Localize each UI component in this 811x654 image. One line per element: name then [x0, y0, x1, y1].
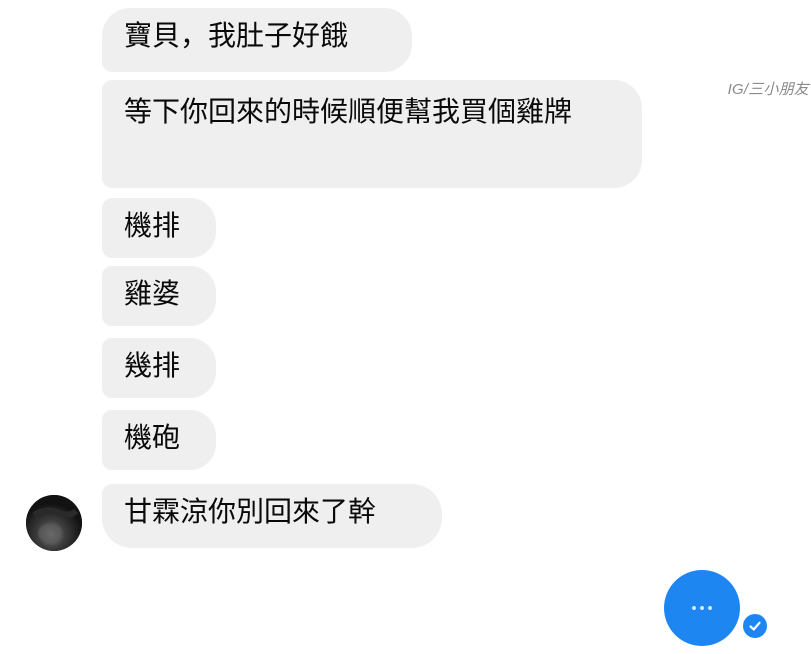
message-bubble[interactable]: 寶貝，我肚子好餓: [102, 8, 412, 72]
message-text: 雞婆: [124, 277, 181, 310]
typing-indicator-icon: [664, 570, 740, 646]
sender-avatar[interactable]: [26, 495, 82, 551]
message-bubble[interactable]: 雞婆: [102, 266, 216, 326]
message-text: 幾排: [124, 349, 181, 382]
message-text: 等下你回來的時候順便幫我買個雞牌: [124, 95, 573, 128]
message-bubble[interactable]: 甘霖涼你別回來了幹: [102, 484, 442, 548]
message-text: 寶貝，我肚子好餓: [124, 19, 349, 52]
avatar-image: [26, 495, 82, 551]
message-text: 機砲: [124, 421, 181, 454]
message-bubble[interactable]: 機砲: [102, 410, 216, 470]
message-text: 機排: [124, 209, 181, 242]
watermark: IG/三小朋友: [727, 81, 809, 98]
message-bubble[interactable]: 等下你回來的時候順便幫我買個雞牌: [102, 80, 642, 188]
message-text: 甘霖涼你別回來了幹: [124, 495, 377, 528]
message-bubble[interactable]: 機排: [102, 198, 216, 258]
seen-check-icon: [740, 611, 770, 641]
message-bubble[interactable]: 幾排: [102, 338, 216, 398]
